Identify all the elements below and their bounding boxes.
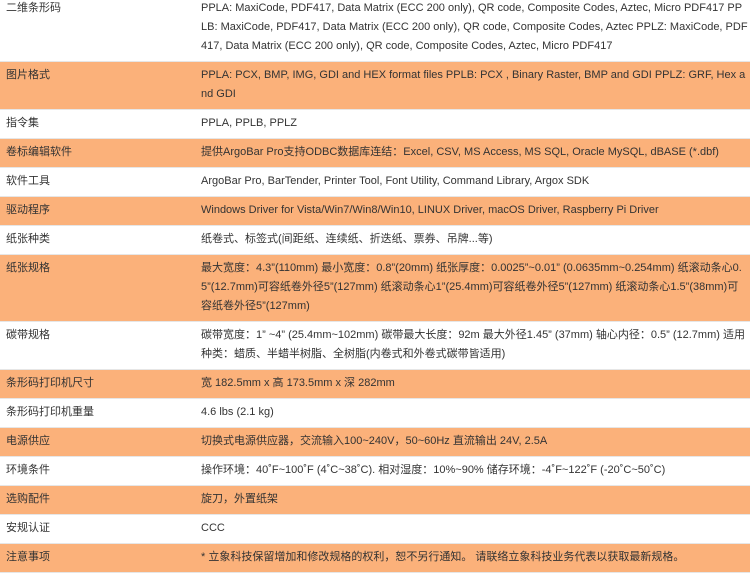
spec-row-ribbon-spec: 碳带规格 碳带宽度：1” ~4” (25.4mm~102mm) 碳带最大长度：9… xyxy=(0,321,750,370)
spec-row-media-type: 纸张种类 纸卷式、标签式(间距纸、连续纸、折迭纸、票券、吊牌...等) xyxy=(0,225,750,255)
spec-label: 图片格式 xyxy=(0,61,195,110)
spec-value: 切换式电源供应器，交流输入100~240V，50~60Hz 直流输出 24V, … xyxy=(195,427,750,457)
spec-label: 软件工具 xyxy=(0,167,195,197)
spec-label: 纸张种类 xyxy=(0,225,195,255)
spec-label: 注意事项 xyxy=(0,543,195,573)
spec-value: 宽 182.5mm x 高 173.5mm x 深 282mm xyxy=(195,369,750,399)
spec-value: Windows Driver for Vista/Win7/Win8/Win10… xyxy=(195,196,750,226)
spec-label: 环境条件 xyxy=(0,456,195,486)
spec-row-notes: 注意事项 * 立象科技保留增加和修改规格的权利，恕不另行通知。 请联络立象科技业… xyxy=(0,543,750,573)
spec-value: 4.6 lbs (2.1 kg) xyxy=(195,398,750,428)
spec-label: 选购配件 xyxy=(0,485,195,515)
spec-row-label-software: 卷标编辑软件 提供ArgoBar Pro支持ODBC数据库连结：Excel, C… xyxy=(0,138,750,168)
spec-value: PPLA: MaxiCode, PDF417, Data Matrix (ECC… xyxy=(195,0,750,62)
spec-row-environment: 环境条件 操作环境：40˚F~100˚F (4˚C~38˚C). 相对湿度：10… xyxy=(0,456,750,486)
spec-row-image-format: 图片格式 PPLA: PCX, BMP, IMG, GDI and HEX fo… xyxy=(0,61,750,110)
spec-value: * 立象科技保留增加和修改规格的权利，恕不另行通知。 请联络立象科技业务代表以获… xyxy=(195,543,750,573)
spec-row-dimensions: 条形码打印机尺寸 宽 182.5mm x 高 173.5mm x 深 282mm xyxy=(0,369,750,399)
spec-label: 安规认证 xyxy=(0,514,195,544)
spec-label: 驱动程序 xyxy=(0,196,195,226)
spec-row-drivers: 驱动程序 Windows Driver for Vista/Win7/Win8/… xyxy=(0,196,750,226)
spec-value: PPLA, PPLB, PPLZ xyxy=(195,109,750,139)
spec-value: 最大宽度：4.3”(110mm) 最小宽度：0.8”(20mm) 纸张厚度：0.… xyxy=(195,254,750,322)
spec-table: 二维条形码 PPLA: MaxiCode, PDF417, Data Matri… xyxy=(0,0,750,573)
spec-value: 提供ArgoBar Pro支持ODBC数据库连结：Excel, CSV, MS … xyxy=(195,138,750,168)
spec-row-2d-barcode: 二维条形码 PPLA: MaxiCode, PDF417, Data Matri… xyxy=(0,0,750,62)
spec-value: 操作环境：40˚F~100˚F (4˚C~38˚C). 相对湿度：10%~90%… xyxy=(195,456,750,486)
spec-label: 二维条形码 xyxy=(0,0,195,62)
spec-value: 旋刀，外置纸架 xyxy=(195,485,750,515)
spec-value: ArgoBar Pro, BarTender, Printer Tool, Fo… xyxy=(195,167,750,197)
spec-row-command-set: 指令集 PPLA, PPLB, PPLZ xyxy=(0,109,750,139)
spec-value: 纸卷式、标签式(间距纸、连续纸、折迭纸、票券、吊牌...等) xyxy=(195,225,750,255)
spec-row-weight: 条形码打印机重量 4.6 lbs (2.1 kg) xyxy=(0,398,750,428)
spec-label: 卷标编辑软件 xyxy=(0,138,195,168)
spec-row-media-spec: 纸张规格 最大宽度：4.3”(110mm) 最小宽度：0.8”(20mm) 纸张… xyxy=(0,254,750,322)
spec-label: 碳带规格 xyxy=(0,321,195,370)
spec-value: CCC xyxy=(195,514,750,544)
spec-row-power: 电源供应 切换式电源供应器，交流输入100~240V，50~60Hz 直流输出 … xyxy=(0,427,750,457)
spec-label: 条形码打印机尺寸 xyxy=(0,369,195,399)
spec-value: PPLA: PCX, BMP, IMG, GDI and HEX format … xyxy=(195,61,750,110)
spec-row-options: 选购配件 旋刀，外置纸架 xyxy=(0,485,750,515)
spec-label: 指令集 xyxy=(0,109,195,139)
spec-label: 纸张规格 xyxy=(0,254,195,322)
spec-label: 条形码打印机重量 xyxy=(0,398,195,428)
spec-row-certification: 安规认证 CCC xyxy=(0,514,750,544)
spec-row-software-tools: 软件工具 ArgoBar Pro, BarTender, Printer Too… xyxy=(0,167,750,197)
spec-label: 电源供应 xyxy=(0,427,195,457)
spec-value: 碳带宽度：1” ~4” (25.4mm~102mm) 碳带最大长度：92m 最大… xyxy=(195,321,750,370)
